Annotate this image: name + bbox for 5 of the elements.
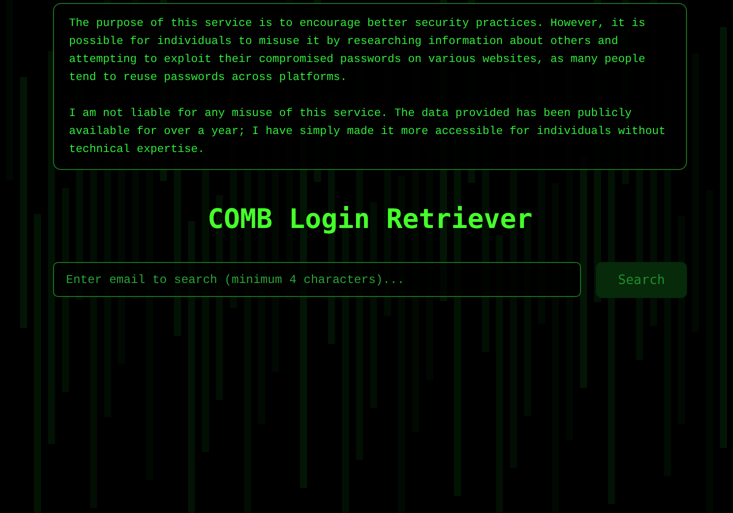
search-button[interactable]: Search <box>596 262 687 298</box>
notice-paragraph: I am not liable for any misuse of this service. The data provided has been publicly available for over a year; I have simply made it more accessible for individuals without technical expertise. <box>69 106 667 158</box>
email-search-field[interactable]: Enter email to search (minimum 4 characters)... <box>53 262 581 297</box>
notice-paragraph: The purpose of this service is to encourage better security practices. However, it is possible for individuals to misuse it by researching information about others and attempting to exploit their compromised passwords on various websites, as many people tend to reuse passwords across platforms. <box>69 16 646 86</box>
page-title: COMB Login Retriever <box>206 203 534 237</box>
